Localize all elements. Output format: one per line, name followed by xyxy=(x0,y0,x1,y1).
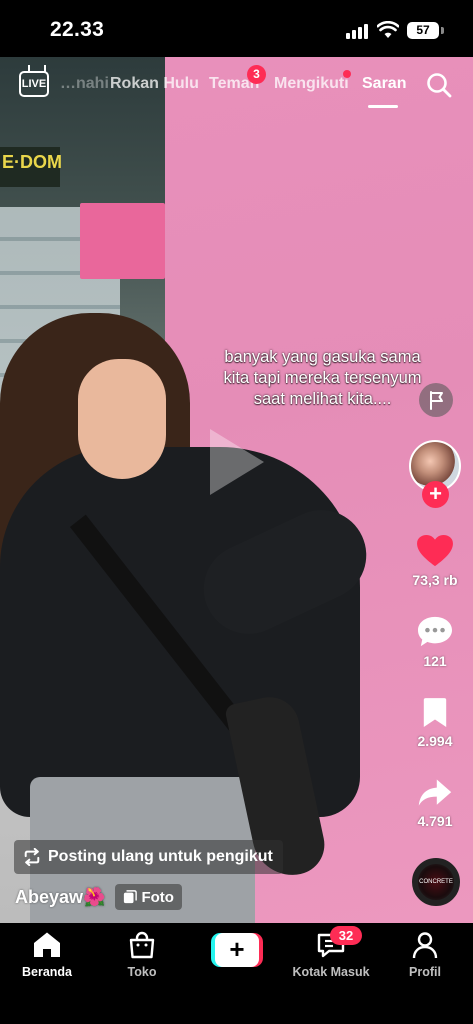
video-text-overlay: banyak yang gasuka sama kita tapi mereka… xyxy=(200,347,445,410)
search-icon[interactable] xyxy=(426,72,452,98)
bottom-nav: Beranda Toko + Kotak Masuk 32 Profil xyxy=(0,923,473,1024)
repost-label: Posting ulang untuk pengikut xyxy=(48,848,273,865)
background-pink-sign xyxy=(80,203,165,279)
status-bar: 22.33 57 xyxy=(0,0,473,60)
bookmark-icon xyxy=(423,698,447,727)
comment-icon xyxy=(418,616,452,647)
caption-line: banyak yang gasuka sama xyxy=(224,348,421,366)
home-icon xyxy=(34,932,60,957)
share-count: 4.791 xyxy=(417,813,453,829)
nav-label: Kotak Masuk xyxy=(292,965,370,979)
inbox-badge: 32 xyxy=(330,926,362,945)
like-count: 73,3 rb xyxy=(412,572,458,588)
play-icon[interactable] xyxy=(210,429,264,495)
teman-badge: 3 xyxy=(247,65,266,84)
report-flag-button[interactable] xyxy=(419,383,453,417)
cellular-signal-icon xyxy=(346,23,370,39)
photo-type-chip: Foto xyxy=(115,884,182,910)
tab-faded[interactable]: …nahi xyxy=(60,75,109,93)
plus-icon: + xyxy=(215,933,259,967)
comment-button[interactable]: 121 xyxy=(399,615,471,669)
nav-toko[interactable]: Toko xyxy=(97,931,187,979)
comment-count: 121 xyxy=(423,653,447,669)
share-icon xyxy=(418,779,452,806)
share-button[interactable]: 4.791 xyxy=(399,777,471,829)
status-time: 22.33 xyxy=(50,18,105,41)
tab-rokan-hulu[interactable]: Rokan Hulu xyxy=(110,75,199,93)
bookmark-count: 2.994 xyxy=(417,733,453,749)
tab-mengikuti[interactable]: Mengikuti xyxy=(274,75,349,93)
music-disc[interactable]: CONCRETE xyxy=(412,858,460,906)
flag-icon xyxy=(430,391,443,410)
create-button[interactable]: + xyxy=(211,933,263,967)
shop-icon xyxy=(129,931,155,959)
tab-saran[interactable]: Saran xyxy=(362,75,406,93)
photo-type-label: Foto xyxy=(141,888,174,906)
person-face xyxy=(78,359,166,479)
nav-profil[interactable]: Profil xyxy=(380,931,470,979)
repost-chip[interactable]: Posting ulang untuk pengikut xyxy=(14,840,283,874)
top-nav: LIVE …nahi Rokan Hulu Teman 3 Mengikuti … xyxy=(0,62,473,110)
repost-icon xyxy=(24,848,40,866)
like-button[interactable]: 73,3 rb xyxy=(399,534,471,588)
mengikuti-notification-dot xyxy=(343,70,351,78)
nav-beranda[interactable]: Beranda xyxy=(2,931,92,979)
heart-icon xyxy=(417,534,453,567)
caption-line: saat melihat kita.... xyxy=(253,390,392,408)
nav-label: Beranda xyxy=(21,965,73,979)
author-row: Abeyaw🌺 Foto xyxy=(15,884,182,910)
follow-button[interactable]: + xyxy=(422,481,449,508)
battery-indicator: 57 xyxy=(407,22,439,39)
profile-icon xyxy=(412,932,438,959)
photo-icon xyxy=(124,890,138,904)
author-name[interactable]: Abeyaw🌺 xyxy=(15,887,105,908)
caption-line: kita tapi mereka tersenyum xyxy=(223,369,422,387)
battery-cap xyxy=(441,27,444,34)
active-tab-indicator xyxy=(368,105,398,108)
nav-label: Toko xyxy=(127,965,157,979)
bookmark-button[interactable]: 2.994 xyxy=(399,697,471,749)
store-sign: E·DOM xyxy=(0,147,62,187)
live-icon[interactable]: LIVE xyxy=(19,71,49,97)
wifi-icon xyxy=(377,21,399,38)
nav-label: Profil xyxy=(409,965,441,979)
